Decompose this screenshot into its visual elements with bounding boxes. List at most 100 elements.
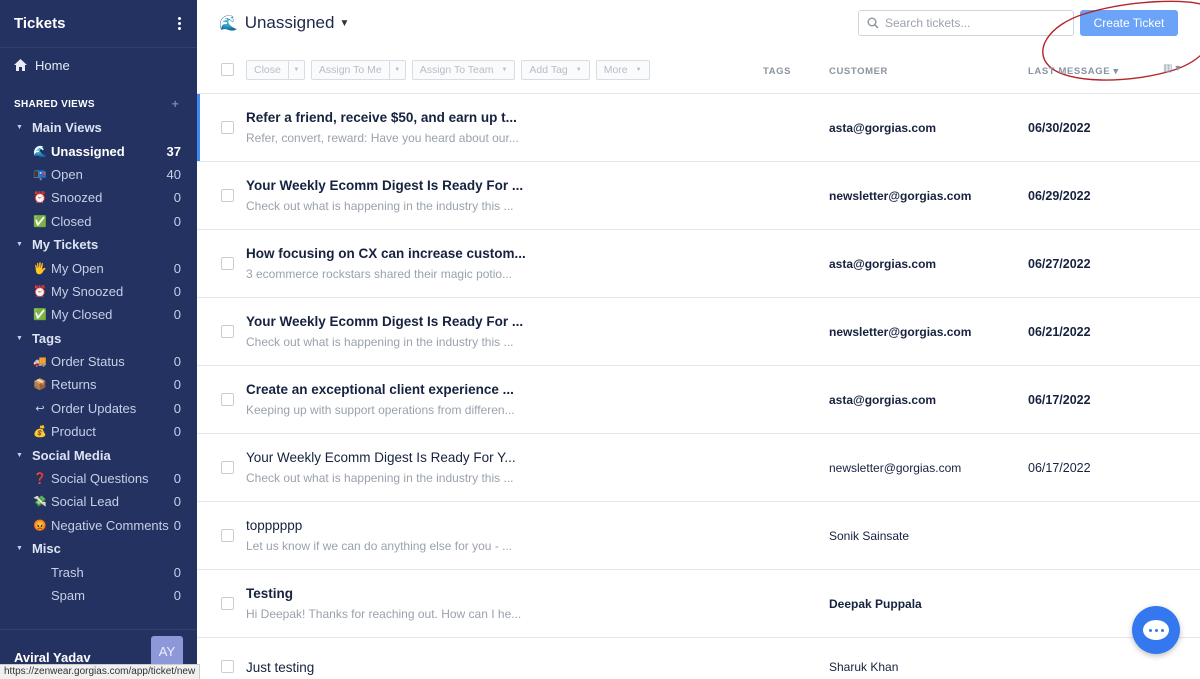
ticket-date: 06/27/2022	[1028, 257, 1091, 271]
ticket-date: 06/17/2022	[1028, 393, 1091, 407]
sidebar-item-order-status[interactable]: 🚚 Order Status 0	[0, 350, 197, 373]
ticket-checkbox[interactable]	[221, 393, 234, 406]
sidebar-item-label: Product	[51, 424, 96, 440]
add-view-icon[interactable]: +	[172, 97, 179, 111]
ticket-row[interactable]: Your Weekly Ecomm Digest Is Ready For ..…	[197, 298, 1200, 366]
sidebar-item-count: 0	[173, 377, 181, 393]
columns-icon[interactable]: ▥ ▾	[1163, 63, 1180, 74]
ticket-checkbox[interactable]	[221, 121, 234, 134]
view-emoji-icon: 🖐	[33, 262, 47, 275]
ticket-subject[interactable]: Refer a friend, receive $50, and earn up…	[246, 110, 536, 125]
ticket-preview: Hi Deepak! Thanks for reaching out. How …	[246, 607, 522, 621]
ticket-row[interactable]: Testing Hi Deepak! Thanks for reaching ou…	[197, 570, 1200, 638]
sidebar-item-my-snoozed[interactable]: ⏰ My Snoozed 0	[0, 280, 197, 303]
sidebar-item-label: Trash	[51, 564, 84, 580]
view-emoji-icon: ↩	[35, 402, 45, 415]
sidebar-item-my-open[interactable]: 🖐 My Open 0	[0, 256, 197, 279]
caret-down-icon: ▼	[16, 334, 23, 342]
ticket-row[interactable]: Your Weekly Ecomm Digest Is Ready For Y.…	[197, 434, 1200, 502]
sidebar-item-product[interactable]: 💰 Product 0	[0, 420, 197, 443]
ticket-preview: Refer, convert, reward: Have you heard a…	[246, 131, 519, 145]
view-title-dropdown[interactable]: 🌊 Unassigned ▼	[219, 13, 349, 33]
sidebar-section-main-views[interactable]: ▼ Main Views	[0, 116, 197, 139]
ticket-row[interactable]: Your Weekly Ecomm Digest Is Ready For ..…	[197, 162, 1200, 230]
sidebar-item-social-questions[interactable]: ❓ Social Questions 0	[0, 467, 197, 490]
ticket-preview: Check out what is happening in the indus…	[246, 199, 514, 213]
add-tag-button[interactable]: Add Tag ▼	[521, 59, 590, 80]
status-bar-url: https://zenwear.gorgias.com/app/ticket/n…	[0, 664, 201, 679]
ticket-checkbox[interactable]	[221, 660, 234, 673]
sidebar-item-label: Social Lead	[51, 494, 119, 510]
sidebar-item-label: Returns	[51, 377, 97, 393]
sidebar-item-spam[interactable]: Spam 0	[0, 584, 197, 607]
sidebar-title: Tickets	[14, 15, 66, 32]
caret-down-icon: ▼	[16, 545, 23, 553]
ticket-checkbox[interactable]	[221, 189, 234, 202]
sidebar-item-my-closed[interactable]: ✅ My Closed 0	[0, 303, 197, 326]
ticket-checkbox[interactable]	[221, 257, 234, 270]
ticket-subject[interactable]: Your Weekly Ecomm Digest Is Ready For ..…	[246, 178, 536, 193]
search-field[interactable]	[858, 10, 1074, 36]
view-emoji-icon: 📭	[33, 168, 47, 181]
sidebar-item-home[interactable]: Home	[0, 48, 197, 82]
ticket-row[interactable]: How focusing on CX can increase custom..…	[197, 230, 1200, 298]
assign-to-team-button[interactable]: Assign To Team ▼	[411, 59, 516, 80]
create-ticket-button[interactable]: Create Ticket	[1080, 10, 1178, 36]
assign-to-me-button[interactable]: Assign To Me ▼	[310, 59, 406, 80]
ticket-subject[interactable]: Testing	[246, 586, 536, 601]
ticket-subject[interactable]: topppppp	[246, 518, 536, 533]
chat-widget-button[interactable]	[1132, 606, 1180, 654]
ticket-checkbox[interactable]	[221, 529, 234, 542]
sidebar-item-count: 0	[173, 213, 181, 229]
ticket-subject[interactable]: Your Weekly Ecomm Digest Is Ready For ..…	[246, 314, 536, 329]
chevron-down-icon[interactable]: ▼	[388, 60, 405, 79]
sidebar-item-trash[interactable]: Trash 0	[0, 560, 197, 583]
shared-views-label: SHARED VIEWS	[14, 98, 95, 110]
topbar: 🌊 Unassigned ▼ Create Ticket	[197, 0, 1200, 81]
view-emoji-icon: ❓	[33, 473, 47, 486]
ticket-checkbox[interactable]	[221, 461, 234, 474]
chevron-down-icon[interactable]: ▼	[287, 60, 304, 79]
ticket-text: Just testing	[246, 660, 536, 675]
sidebar-item-open[interactable]: 📭 Open 40	[0, 163, 197, 186]
ticket-row[interactable]: Refer a friend, receive $50, and earn up…	[197, 94, 1200, 162]
column-header-customer: CUSTOMER	[829, 66, 888, 77]
sidebar-section-tags[interactable]: ▼ Tags	[0, 327, 197, 350]
ticket-checkbox[interactable]	[221, 325, 234, 338]
section-title: My Tickets	[31, 237, 99, 253]
sidebar-section-misc[interactable]: ▼ Misc	[0, 537, 197, 560]
select-all-checkbox[interactable]	[221, 63, 234, 76]
view-title: Unassigned	[244, 13, 335, 32]
ticket-row[interactable]: Create an exceptional client experience …	[197, 366, 1200, 434]
close-button[interactable]: Close ▼	[246, 59, 305, 80]
ticket-checkbox[interactable]	[221, 597, 234, 610]
sidebar-item-snoozed[interactable]: ⏰ Snoozed 0	[0, 186, 197, 209]
more-label: More	[603, 63, 628, 76]
ticket-row[interactable]: Just testing Sharuk Khan	[197, 638, 1200, 679]
sidebar-section-my-tickets[interactable]: ▼ My Tickets	[0, 233, 197, 256]
sidebar-item-order-updates[interactable]: ↩ Order Updates 0	[0, 397, 197, 420]
sidebar-section-social-media[interactable]: ▼ Social Media	[0, 443, 197, 466]
avatar[interactable]: AY	[151, 635, 183, 668]
ticket-customer: newsletter@gorgias.com	[829, 461, 962, 475]
more-button[interactable]: More ▼	[595, 59, 650, 80]
ticket-subject[interactable]: Create an exceptional client experience …	[246, 382, 536, 397]
ticket-row[interactable]: topppppp Let us know if we can do anythin…	[197, 502, 1200, 570]
sidebar-item-closed[interactable]: ✅ Closed 0	[0, 210, 197, 233]
more-options-icon[interactable]	[178, 17, 181, 30]
ticket-subject[interactable]: Your Weekly Ecomm Digest Is Ready For Y.…	[246, 450, 536, 465]
chat-icon	[1143, 620, 1169, 640]
sidebar-item-unassigned[interactable]: 🌊 Unassigned 37	[0, 139, 197, 162]
ticket-subject[interactable]: Just testing	[246, 660, 536, 675]
sidebar-item-label: My Open	[51, 260, 104, 276]
ticket-text: Your Weekly Ecomm Digest Is Ready For Y.…	[246, 450, 536, 485]
ticket-text: Testing Hi Deepak! Thanks for reaching ou…	[246, 586, 536, 621]
column-header-last-message[interactable]: LAST MESSAGE ▾	[1028, 66, 1119, 77]
search-input[interactable]	[885, 16, 1055, 30]
sidebar-item-returns[interactable]: 📦 Returns 0	[0, 373, 197, 396]
sidebar-item-negative-comments[interactable]: 😡 Negative Comments 0	[0, 514, 197, 537]
add-tag-label: Add Tag	[529, 63, 568, 76]
sidebar-item-label: Unassigned	[51, 143, 125, 159]
ticket-subject[interactable]: How focusing on CX can increase custom..…	[246, 246, 536, 261]
sidebar-item-social-lead[interactable]: 💸 Social Lead 0	[0, 490, 197, 513]
